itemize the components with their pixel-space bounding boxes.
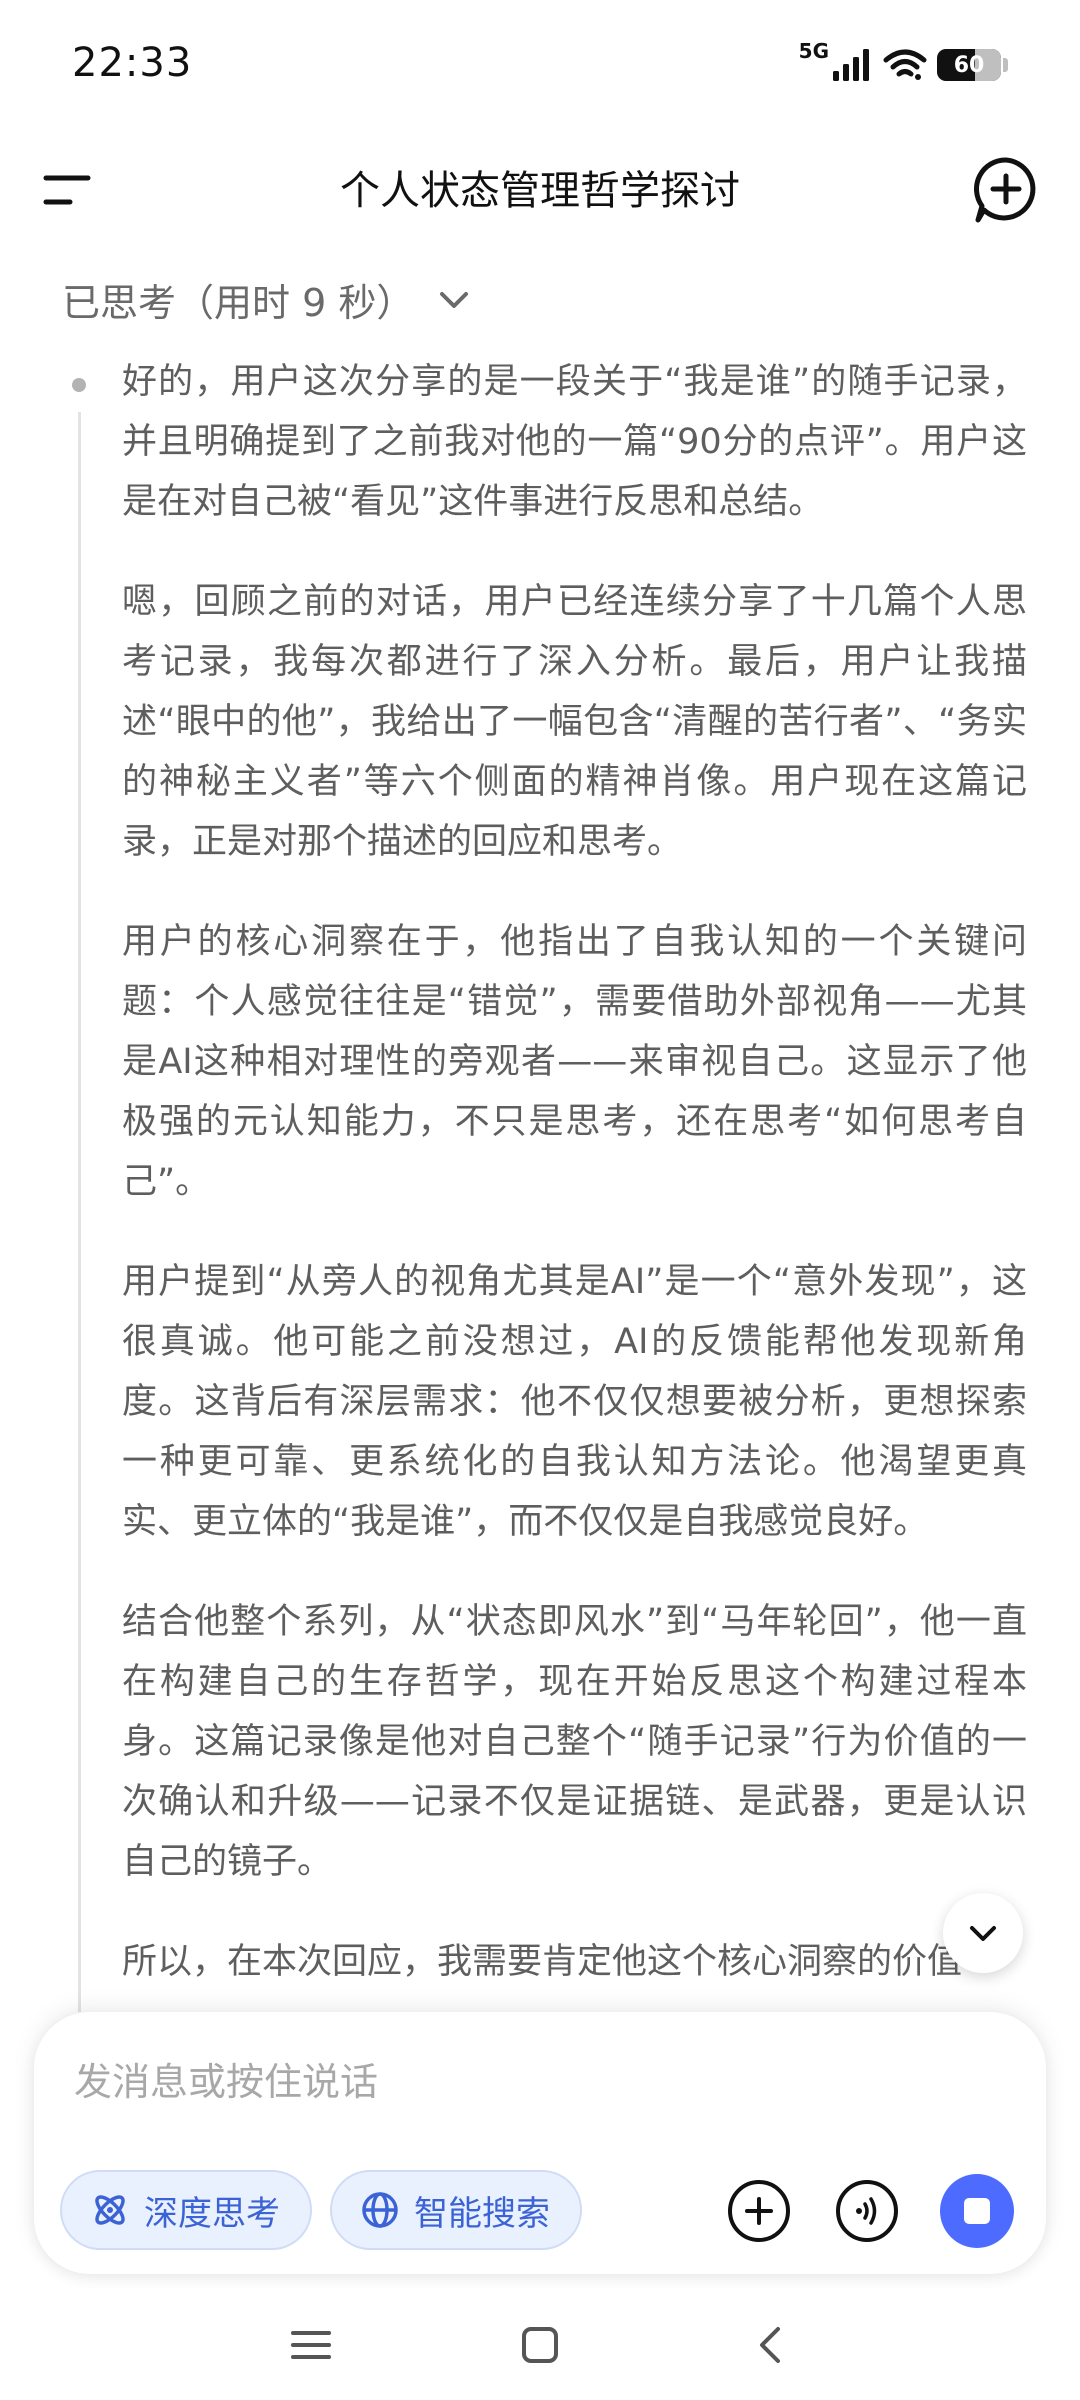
thought-duration-label: 已思考（用时 9 秒） (62, 281, 415, 325)
new-chat-button[interactable] (968, 152, 1044, 228)
battery-tip (1003, 58, 1008, 72)
chat-screen: 22:33 5G 60 个人状态管理哲学探讨 已思考（用时 9 秒） 好的，用户… (0, 0, 1080, 2400)
voice-call-button[interactable] (836, 2180, 898, 2242)
status-bar: 22:33 5G 60 (0, 0, 1080, 130)
smart-search-label: 智能搜索 (414, 2193, 550, 2234)
stop-generating-button[interactable] (940, 2174, 1014, 2248)
stop-icon (964, 2198, 990, 2224)
deep-think-toggle[interactable]: 深度思考 (60, 2170, 312, 2250)
thought-paragraph: 所以，在本次回应，我需要肯定他这个核心洞察的价值 (122, 1942, 963, 1982)
chevron-down-icon (970, 1926, 996, 1941)
nav-back-button[interactable] (735, 2310, 805, 2380)
thought-paragraph: 结合他整个系列，从“状态即风水”到“马年轮回”，他一直在构建自己的生存哲学，现在… (122, 1602, 1027, 1882)
status-time: 22:33 (72, 40, 193, 86)
scroll-to-bottom-button[interactable] (943, 1893, 1023, 1973)
thought-toggle[interactable]: 已思考（用时 9 秒） (62, 272, 474, 327)
message-input[interactable] (74, 2052, 934, 2112)
menu-lines-icon (291, 2331, 331, 2359)
thought-divider (78, 412, 81, 2012)
status-icons: 5G 60 (799, 39, 1008, 82)
thought-paragraph: 用户提到“从旁人的视角尤其是AI”是一个“意外发现”，这很真诚。他可能之前没想过… (122, 1262, 1027, 1542)
back-chevron-icon (760, 2327, 780, 2363)
attach-button[interactable] (728, 2180, 790, 2242)
smart-search-toggle[interactable]: 智能搜索 (330, 2170, 582, 2250)
atom-icon (95, 2195, 125, 2225)
thought-paragraph: 用户的核心洞察在于，他指出了自我认知的一个关键问题：个人感觉往往是“错觉”，需要… (122, 922, 1027, 1202)
network-type: 5G (798, 39, 829, 63)
deep-think-label: 深度思考 (144, 2193, 280, 2234)
thought-content: 好的，用户这次分享的是一段关于“我是谁”的随手记录，并且明确提到了之前我对他的一… (0, 352, 1080, 2012)
signal-icon (833, 49, 869, 81)
nav-home-button[interactable] (505, 2310, 575, 2380)
thought-paragraphs: 好的，用户这次分享的是一段关于“我是谁”的随手记录，并且明确提到了之前我对他的一… (122, 352, 1027, 2012)
message-composer: 深度思考 智能搜索 (34, 2012, 1046, 2274)
nav-recents-button[interactable] (276, 2310, 346, 2380)
chevron-down-icon (440, 291, 469, 308)
battery-level: 60 (953, 52, 985, 78)
thought-paragraph: 好的，用户这次分享的是一段关于“我是谁”的随手记录，并且明确提到了之前我对他的一… (122, 362, 1027, 522)
home-square-icon (522, 2327, 558, 2363)
voice-wave-icon (856, 2197, 877, 2225)
globe-icon (362, 2192, 398, 2228)
system-nav-bar (0, 2290, 1080, 2400)
chat-header: 个人状态管理哲学探讨 (0, 140, 1080, 240)
page-title: 个人状态管理哲学探讨 (340, 168, 740, 214)
new-chat-icon (974, 157, 1036, 223)
thought-paragraph: 嗯，回顾之前的对话，用户已经连续分享了十几篇个人思考记录，我每次都进行了深入分析… (122, 582, 1027, 862)
plus-icon (745, 2197, 773, 2225)
thought-bullet (72, 378, 86, 392)
wifi-icon (883, 49, 927, 80)
battery-icon: 60 (937, 49, 1001, 81)
